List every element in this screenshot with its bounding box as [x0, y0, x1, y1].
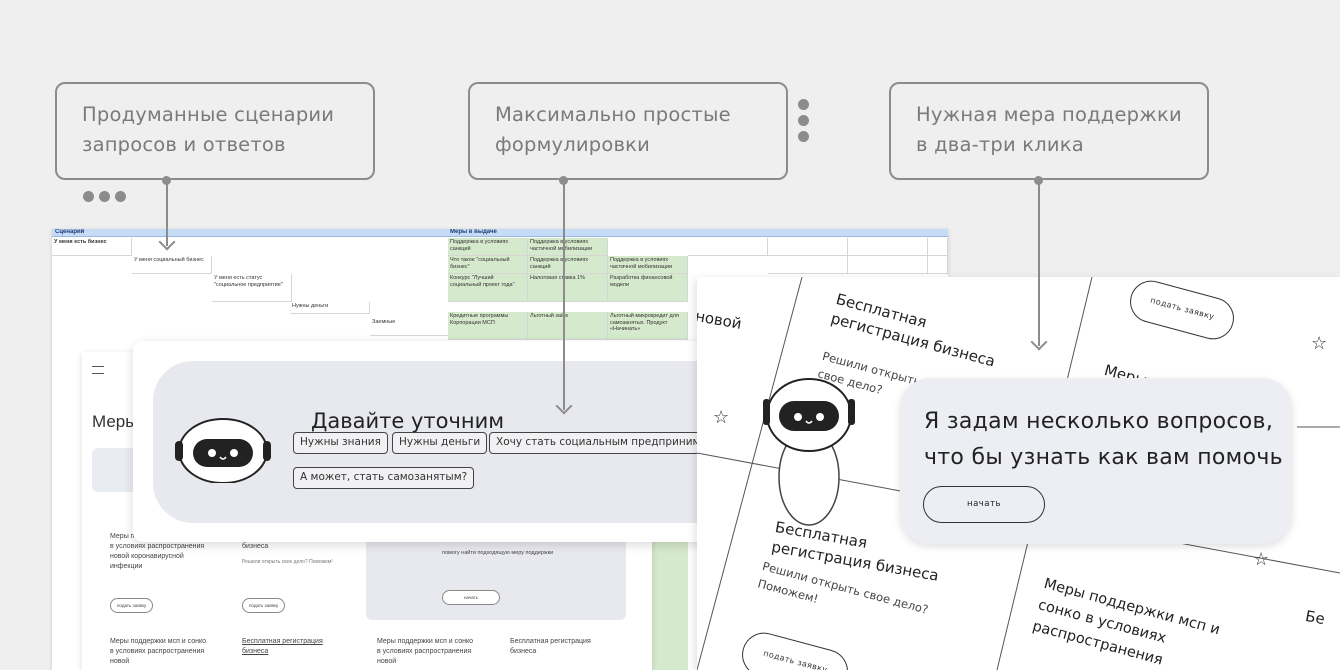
sheet-cell — [928, 238, 948, 256]
menu-icon[interactable] — [92, 366, 104, 374]
sheet-cell: Конкурс "Лучший социальный проект года" — [448, 274, 528, 302]
connector-line — [1038, 180, 1040, 346]
sheet-cell — [768, 256, 848, 274]
callout-line: формулировки — [495, 133, 651, 156]
sheet-header-measures: Меры в выдаче — [450, 229, 497, 235]
sheet-cell: Налоговая ставка 1% — [528, 274, 608, 302]
sheet-header-scenario: Сценарий — [55, 229, 85, 235]
dot-icon — [798, 99, 809, 110]
sheet-cell: Поддержка в условиях санкций — [448, 238, 528, 256]
sheet-cell — [928, 256, 948, 274]
card-subtitle: Решили открыть свое дело? Поможем! — [242, 559, 333, 565]
sheet-cell: Поддержка в условиях частичной мобилизац… — [608, 256, 688, 274]
star-icon[interactable]: ☆ — [713, 407, 729, 428]
callout-scenarios: Продуманные сценарии запросов и ответов — [55, 82, 375, 180]
chatbot-promo-text: помогу найти подходящую меру поддержки — [442, 550, 554, 556]
dot-icon — [798, 115, 809, 126]
sheet-cell: Нужны деньги — [290, 302, 370, 314]
chatbot-bubble: Я задам несколько вопросов, что бы узнат… — [900, 378, 1292, 544]
card-registration[interactable]: Бесплатная регистрация бизнеса — [242, 637, 342, 657]
star-icon[interactable]: ☆ — [1253, 549, 1269, 570]
sheet-cell: Льготный микрокредит для самозанятых. Пр… — [608, 312, 688, 340]
sheet-cell: У меня есть бизнес — [52, 238, 132, 256]
sheet-cell — [848, 238, 928, 256]
sheet-cell: Поддержка в условиях частичной мобилизац… — [528, 238, 608, 256]
dot-icon — [798, 131, 809, 142]
dot-icon — [99, 191, 110, 202]
start-button[interactable]: начать — [442, 590, 500, 605]
sheet-cell: Льготный займ — [528, 312, 608, 340]
sheet-cell: Поддержка в условиях санкций — [528, 256, 608, 274]
sheet-cell: Заемные — [370, 318, 450, 336]
chip-money[interactable]: Нужны деньги — [392, 432, 488, 454]
apply-button[interactable]: подать заявку — [242, 598, 286, 613]
callout-line: Продуманные сценарии — [82, 103, 335, 126]
chatbot-message: Я задам несколько вопросов, что бы узнат… — [924, 404, 1283, 476]
page-title: Меры — [92, 412, 138, 431]
callout-line: запросов и ответов — [82, 133, 286, 156]
sheet-cell: Что такое "социальный бизнес" — [448, 256, 528, 274]
dialog-question: Давайте уточним — [311, 409, 505, 433]
card-measures[interactable]: Меры поддержки мсп и сонко в условиях ра… — [377, 637, 477, 667]
dot-icon — [115, 191, 126, 202]
callout-wording: Максимально простые формулировки — [468, 82, 788, 180]
card-registration[interactable]: Бесплатная регистрация бизнеса — [510, 637, 610, 657]
sheet-cell — [768, 238, 848, 256]
callout-line: в два-три клика — [916, 133, 1084, 156]
chatbot-message-line: что бы узнать как вам помочь — [924, 445, 1283, 470]
star-icon[interactable]: ☆ — [1311, 333, 1327, 354]
sheet-cell — [848, 256, 928, 274]
callout-clicks: Нужная мера поддержки в два-три клика — [889, 82, 1209, 180]
card-measures[interactable]: Меры поддержки мсп и сонко в условиях ра… — [110, 637, 210, 667]
sheet-cell: У меня есть статус "социальное предприят… — [212, 274, 292, 302]
sheet-cell: Кредитные программы Корпорации МСП — [448, 312, 528, 340]
robot-icon — [175, 418, 271, 483]
chip-self-employed[interactable]: А может, стать самозанятым? — [293, 467, 475, 489]
start-button[interactable]: начать — [923, 486, 1045, 523]
connector-line — [563, 180, 565, 410]
sheet-cell — [688, 238, 768, 256]
sheet-header: Сценарий Меры в выдаче — [52, 229, 948, 237]
sheet-cell: У меня социальный бизнес — [132, 256, 212, 274]
dialog-panel: Давайте уточним Нужны знания Нужны деньг… — [153, 361, 753, 523]
chatbot-message-line: Я задам несколько вопросов, — [924, 409, 1274, 434]
fragment-text: Бе — [1303, 607, 1327, 629]
sheet-cell: Разработка финансовой модели — [608, 274, 688, 302]
robot-icon — [763, 378, 855, 526]
apply-button[interactable]: подать заявку — [110, 598, 154, 613]
callout-line: Нужная мера поддержки — [916, 103, 1182, 126]
dot-icon — [83, 191, 94, 202]
chatbot-promo — [366, 530, 626, 620]
chip-knowledge[interactable]: Нужны знания — [293, 432, 388, 454]
callout-line: Максимально простые — [495, 103, 731, 126]
clarify-dialog: Давайте уточним Нужны знания Нужны деньг… — [133, 341, 753, 542]
